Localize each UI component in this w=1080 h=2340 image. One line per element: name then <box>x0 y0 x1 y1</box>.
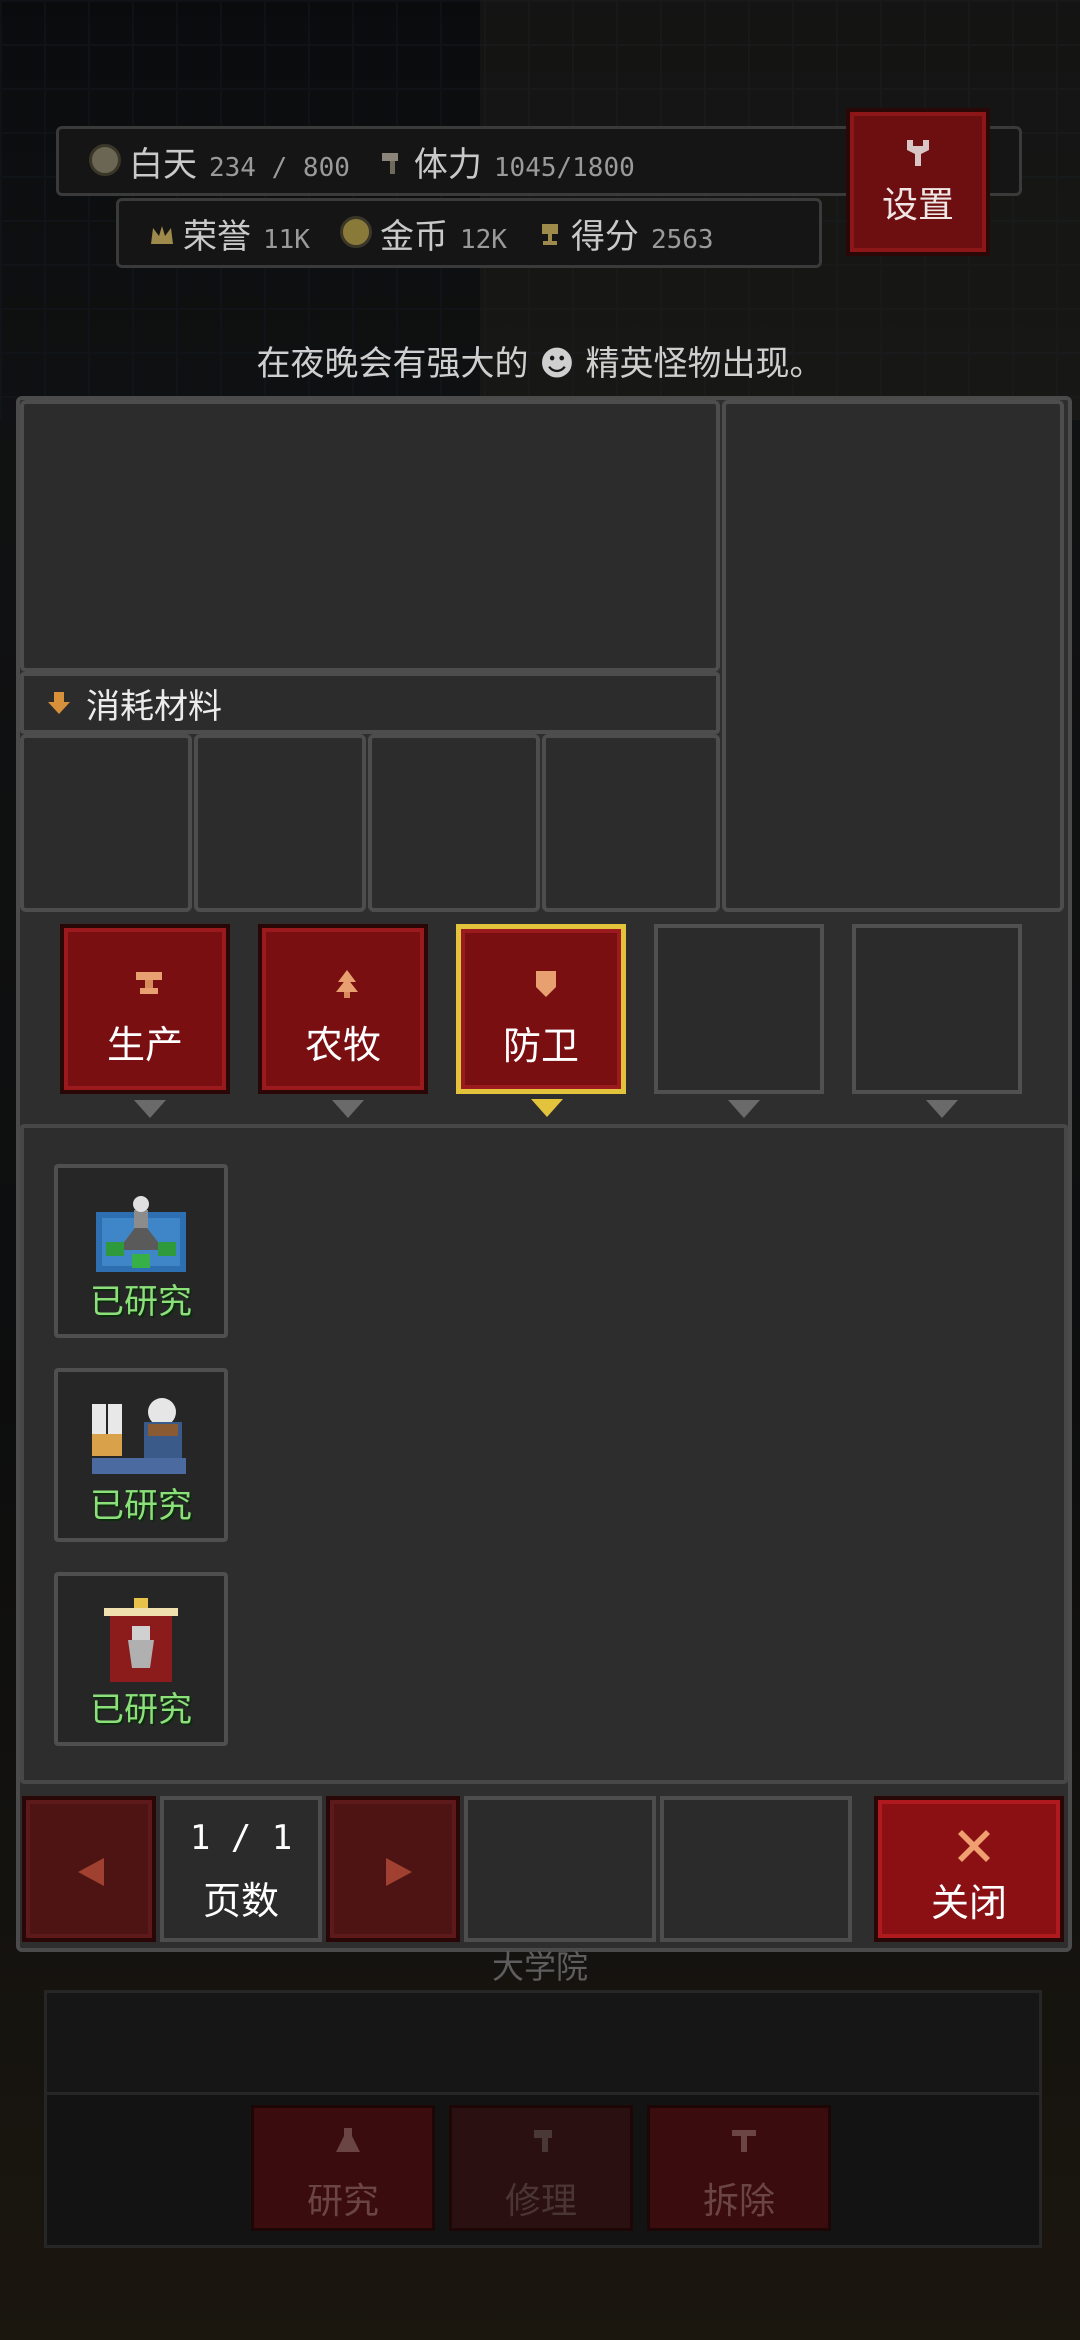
building-actions: 研究 修理 拆除 <box>44 2092 1042 2248</box>
research-label: 研究 <box>306 2181 379 2222</box>
hud-row-resources: 荣誉 11K 金币 12K 得分 2563 <box>116 198 822 268</box>
hammer-icon <box>381 152 398 174</box>
honor-stat: 荣誉 11K <box>149 209 310 258</box>
score-value: 2563 <box>650 224 714 255</box>
repair-label: 修理 <box>504 2181 577 2222</box>
tab-empty-2 <box>852 924 1022 1118</box>
researched-status: 已研究 <box>90 1282 192 1322</box>
tab-production[interactable]: 生产 <box>60 924 230 1118</box>
empty-nav-slot-1 <box>464 1796 656 1942</box>
tab-farming-label: 农牧 <box>304 1023 381 1067</box>
page-label: 页数 <box>202 1879 279 1923</box>
shield-icon <box>536 971 556 997</box>
tab-pointer <box>134 1100 166 1118</box>
tree-icon <box>336 970 358 998</box>
empty-nav-slot-2 <box>660 1796 852 1942</box>
coin-icon <box>339 215 372 248</box>
tab-pointer <box>728 1100 760 1118</box>
honor-value: 11K <box>263 224 310 255</box>
building-info-box <box>44 1990 1042 2096</box>
tab-pointer <box>926 1100 958 1118</box>
daytime-stat: 白天 234 / 800 <box>89 137 350 186</box>
tab-farming[interactable]: 农牧 <box>258 924 428 1118</box>
tab-production-label: 生产 <box>106 1023 183 1067</box>
research-panel: 消耗材料 生产 农牧 防卫 已研究 已研究 已研究 1 / 1 页数 关闭 <box>16 396 1072 1952</box>
soldier-barracks-icon <box>92 1398 186 1474</box>
crown-icon <box>151 225 173 244</box>
research-list: 已研究 已研究 已研究 <box>20 1124 1068 1784</box>
materials-header: 消耗材料 <box>20 672 720 734</box>
stamina-value: 1045/1800 <box>493 152 635 183</box>
stamina-label: 体力 <box>413 144 482 185</box>
cannon-tower-icon <box>96 1196 186 1272</box>
hammer-icon <box>534 2130 552 2152</box>
tab-pointer <box>332 1100 364 1118</box>
category-tabs: 生产 农牧 防卫 <box>20 924 1068 1124</box>
page-indicator: 1 / 1 页数 <box>160 1796 322 1942</box>
close-button[interactable]: 关闭 <box>874 1796 1064 1942</box>
night-warning-text: 在夜晚会有强大的 ☻ 精英怪物出现。 <box>256 344 824 384</box>
research-item-banner[interactable]: 已研究 <box>54 1572 228 1746</box>
close-icon <box>958 1830 990 1862</box>
score-stat: 得分 2563 <box>537 209 714 258</box>
material-slot-3[interactable] <box>368 734 540 912</box>
close-label: 关闭 <box>930 1881 1007 1925</box>
anvil-icon <box>136 972 162 994</box>
demolish-label: 拆除 <box>702 2181 775 2222</box>
trophy-icon <box>541 223 558 245</box>
gold-stat: 金币 12K <box>339 209 507 258</box>
page-number: 1 / 1 <box>189 1818 293 1858</box>
material-slot-1[interactable] <box>20 734 192 912</box>
research-button[interactable]: 研究 <box>251 2105 435 2231</box>
flask-icon <box>336 2128 360 2152</box>
hud: 白天 234 / 800 体力 1045/1800 荣誉 11K 金币 12K … <box>56 108 1022 276</box>
gold-label: 金币 <box>379 216 448 257</box>
researched-status: 已研究 <box>90 1486 192 1526</box>
materials-label: 消耗材料 <box>86 686 222 727</box>
info-box <box>20 400 720 672</box>
material-slot-2[interactable] <box>194 734 366 912</box>
pickaxe-icon <box>732 2130 756 2152</box>
score-label: 得分 <box>570 216 639 257</box>
prev-page-button[interactable] <box>22 1796 156 1942</box>
repair-button[interactable]: 修理 <box>449 2105 633 2231</box>
research-item-cannon[interactable]: 已研究 <box>54 1164 228 1338</box>
stamina-stat: 体力 1045/1800 <box>380 137 635 186</box>
wrench-icon <box>907 140 929 166</box>
building-name: 大学院 <box>491 1948 588 1986</box>
tab-defense[interactable]: 防卫 <box>456 924 626 1117</box>
arrow-down-icon <box>48 692 70 714</box>
settings-label: 设置 <box>881 185 954 226</box>
arrow-left-icon <box>78 1858 104 1886</box>
material-slot-4[interactable] <box>542 734 720 912</box>
daytime-label: 白天 <box>129 144 197 185</box>
honor-label: 荣誉 <box>183 216 251 257</box>
settings-button[interactable]: 设置 <box>846 108 990 256</box>
bottom-nav: 1 / 1 页数 关闭 <box>20 1796 1068 1942</box>
arrow-right-icon <box>386 1858 412 1886</box>
next-page-button[interactable] <box>326 1796 460 1942</box>
banner-icon <box>104 1598 178 1682</box>
sun-icon <box>89 143 121 176</box>
tab-defense-label: 防卫 <box>502 1024 579 1068</box>
daytime-value: 234 / 800 <box>209 152 350 183</box>
gold-value: 12K <box>459 224 507 255</box>
preview-box <box>722 400 1064 912</box>
tab-pointer-active <box>531 1099 563 1117</box>
researched-status: 已研究 <box>90 1690 192 1730</box>
tab-empty-1 <box>654 924 824 1118</box>
research-item-barracks[interactable]: 已研究 <box>54 1368 228 1542</box>
demolish-button[interactable]: 拆除 <box>647 2105 831 2231</box>
